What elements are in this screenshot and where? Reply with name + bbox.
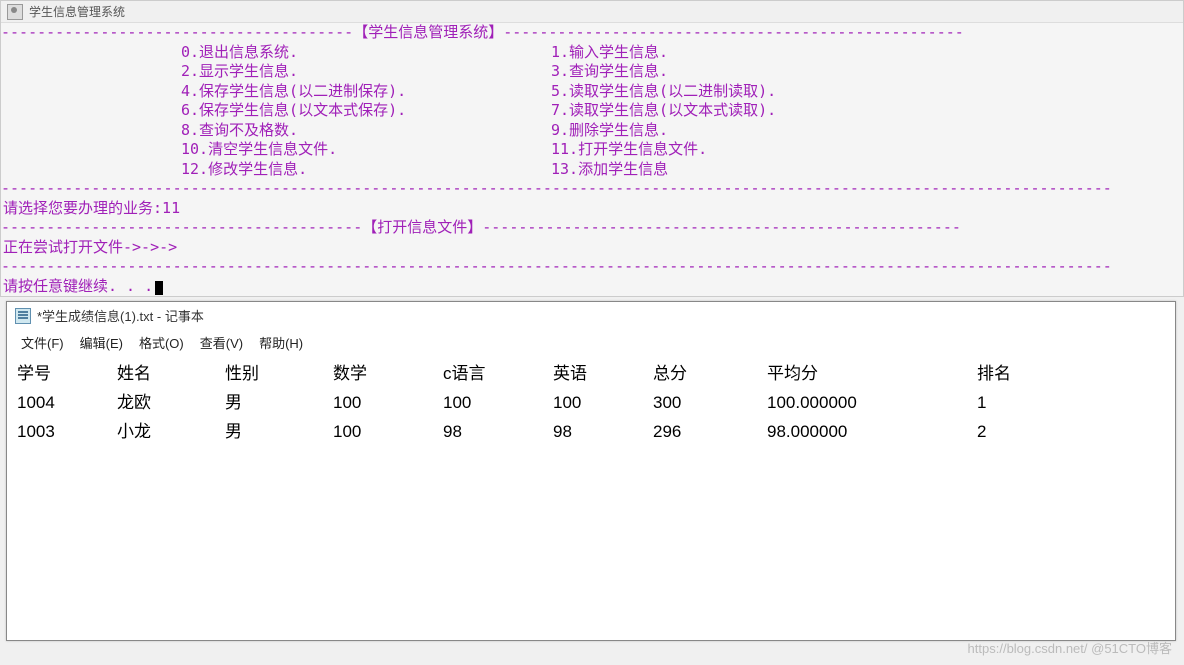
console-titlebar: 学生信息管理系统 — [1, 1, 1183, 23]
header-id: 学号 — [17, 360, 117, 389]
menu-file[interactable]: 文件(F) — [15, 331, 70, 354]
notepad-titlebar: *学生成绩信息(1).txt - 记事本 — [7, 302, 1175, 329]
cell-math: 100 — [333, 389, 443, 418]
menu-row: 4.保存学生信息(以二进制保存).5.读取学生信息(以二进制读取). — [1, 82, 1183, 102]
cell-rank: 2 — [977, 418, 1057, 447]
menu-item-right: 11.打开学生信息文件. — [551, 140, 707, 160]
menu-item-left: 12.修改学生信息. — [181, 160, 551, 180]
menu-row: 8.查询不及格数.9.删除学生信息. — [1, 121, 1183, 141]
app-icon — [7, 4, 23, 20]
menu-item-left: 4.保存学生信息(以二进制保存). — [181, 82, 551, 102]
header-name: 姓名 — [117, 360, 225, 389]
cell-eng: 98 — [553, 418, 653, 447]
header-total: 总分 — [653, 360, 767, 389]
menu-row: 6.保存学生信息(以文本式保存).7.读取学生信息(以文本式读取). — [1, 101, 1183, 121]
menu-item-right: 5.读取学生信息(以二进制读取). — [551, 82, 776, 102]
header-math: 数学 — [333, 360, 443, 389]
menu-format[interactable]: 格式(O) — [133, 331, 190, 354]
notepad-menubar: 文件(F) 编辑(E) 格式(O) 查看(V) 帮助(H) — [7, 329, 1175, 356]
cell-id: 1004 — [17, 389, 117, 418]
menu-item-left: 10.清空学生信息文件. — [181, 140, 551, 160]
cell-avg: 100.000000 — [767, 389, 977, 418]
cell-avg: 98.000000 — [767, 418, 977, 447]
header-avg: 平均分 — [767, 360, 977, 389]
divider-line: ----------------------------------------… — [1, 257, 1183, 277]
menu-item-right: 13.添加学生信息 — [551, 160, 668, 180]
notepad-icon — [15, 308, 31, 324]
console-window: 学生信息管理系统 -------------------------------… — [0, 0, 1184, 297]
menu-item-right: 1.输入学生信息. — [551, 43, 668, 63]
menu-help[interactable]: 帮助(H) — [253, 331, 309, 354]
console-content: ---------------------------------------【… — [1, 23, 1183, 296]
table-header-row: 学号 姓名 性别 数学 c语言 英语 总分 平均分 排名 — [17, 360, 1165, 389]
cell-name: 小龙 — [117, 418, 225, 447]
press-any-key-prompt[interactable]: 请按任意键继续. . . — [1, 277, 1183, 297]
cell-total: 296 — [653, 418, 767, 447]
menu-item-left: 0.退出信息系统. — [181, 43, 551, 63]
section-divider: ----------------------------------------… — [1, 218, 1183, 238]
menu-item-left: 2.显示学生信息. — [181, 62, 551, 82]
cell-gender: 男 — [225, 418, 333, 447]
cell-c: 98 — [443, 418, 553, 447]
table-row: 1003小龙男100989829698.0000002 — [17, 418, 1165, 447]
menu-row: 12.修改学生信息.13.添加学生信息 — [1, 160, 1183, 180]
header-c: c语言 — [443, 360, 553, 389]
divider-line: ----------------------------------------… — [1, 179, 1183, 199]
cursor — [155, 281, 163, 295]
cell-c: 100 — [443, 389, 553, 418]
cell-gender: 男 — [225, 389, 333, 418]
menu-row: 2.显示学生信息.3.查询学生信息. — [1, 62, 1183, 82]
prompt-select: 请选择您要办理的业务:11 — [1, 199, 1183, 219]
cell-total: 300 — [653, 389, 767, 418]
menu-edit[interactable]: 编辑(E) — [74, 331, 129, 354]
cell-name: 龙欧 — [117, 389, 225, 418]
cell-math: 100 — [333, 418, 443, 447]
menu-item-right: 7.读取学生信息(以文本式读取). — [551, 101, 776, 121]
menu-row: 10.清空学生信息文件.11.打开学生信息文件. — [1, 140, 1183, 160]
watermark: https://blog.csdn.net/ @51CTO博客 — [968, 638, 1172, 657]
menu-item-right: 9.删除学生信息. — [551, 121, 668, 141]
menu-item-left: 8.查询不及格数. — [181, 121, 551, 141]
table-row: 1004龙欧男100100100300100.0000001 — [17, 389, 1165, 418]
cell-rank: 1 — [977, 389, 1057, 418]
cell-eng: 100 — [553, 389, 653, 418]
cell-id: 1003 — [17, 418, 117, 447]
header-eng: 英语 — [553, 360, 653, 389]
header-rank: 排名 — [977, 360, 1057, 389]
opening-message: 正在尝试打开文件->->-> — [1, 238, 1183, 258]
menu-item-right: 3.查询学生信息. — [551, 62, 668, 82]
header-divider: ---------------------------------------【… — [1, 23, 1183, 43]
menu-view[interactable]: 查看(V) — [194, 331, 249, 354]
notepad-window: *学生成绩信息(1).txt - 记事本 文件(F) 编辑(E) 格式(O) 查… — [6, 301, 1176, 641]
notepad-content[interactable]: 学号 姓名 性别 数学 c语言 英语 总分 平均分 排名 1004龙欧男1001… — [7, 356, 1175, 451]
menu-item-left: 6.保存学生信息(以文本式保存). — [181, 101, 551, 121]
menu-row: 0.退出信息系统.1.输入学生信息. — [1, 43, 1183, 63]
console-title: 学生信息管理系统 — [29, 3, 125, 20]
notepad-title: *学生成绩信息(1).txt - 记事本 — [37, 306, 204, 325]
header-gender: 性别 — [225, 360, 333, 389]
